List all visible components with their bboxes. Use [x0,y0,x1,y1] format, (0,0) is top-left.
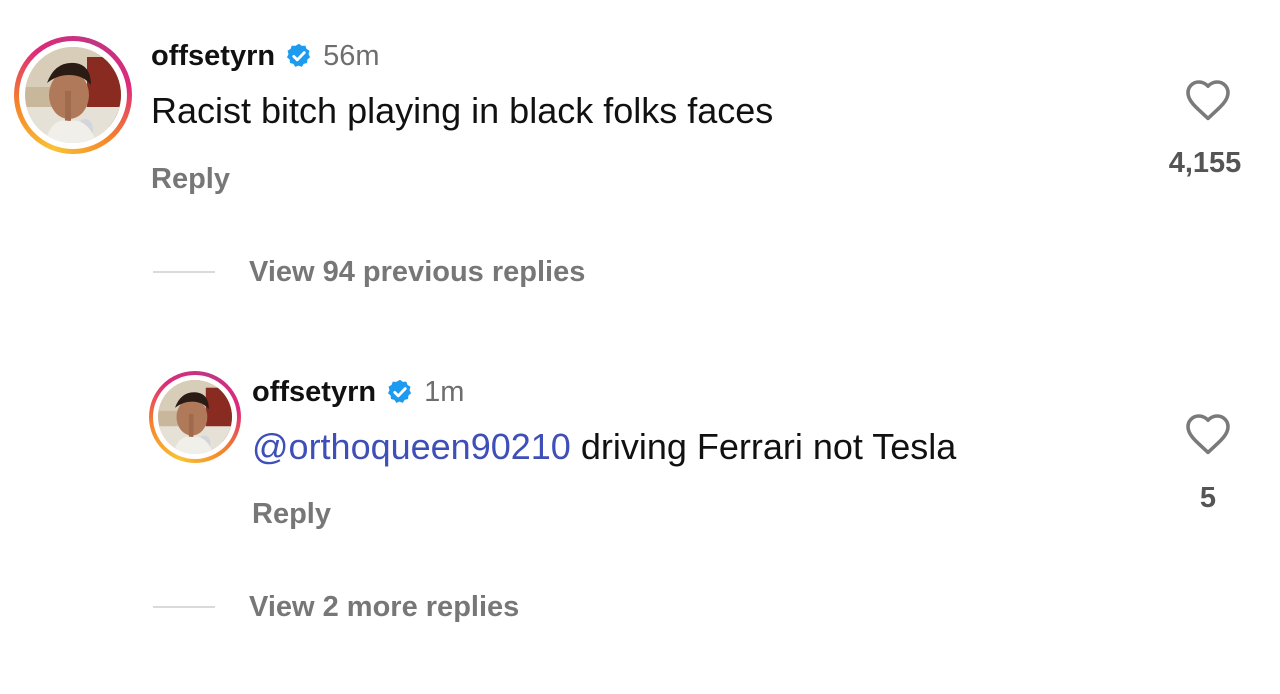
username[interactable]: offsetyrn [252,376,376,409]
avatar[interactable] [14,36,132,154]
comment-body: driving Ferrari not Tesla [570,426,957,467]
avatar-gap [153,375,237,459]
comment-text: @orthoqueen90210 driving Ferrari not Tes… [252,426,956,468]
comment-header: offsetyrn 56m [151,36,380,76]
thread-line [153,606,215,608]
avatar-photo [158,380,232,454]
mention-link[interactable]: @orthoqueen90210 [252,426,571,467]
comment-text: Racist bitch playing in black folks face… [151,90,774,131]
like-count: 5 [1199,482,1217,514]
avatar-photo [25,47,121,143]
heart-icon[interactable] [1184,78,1232,122]
thread-line [153,271,215,273]
view-replies-label: View 94 previous replies [249,255,586,288]
view-previous-replies[interactable]: View 94 previous replies [153,252,585,292]
heart-icon[interactable] [1184,412,1232,456]
reply-button[interactable]: Reply [252,498,331,531]
view-replies-label: View 2 more replies [249,590,520,623]
timestamp: 56m [323,39,380,72]
timestamp: 1m [424,375,465,408]
avatar-gap [19,41,127,149]
verified-badge-icon [388,379,412,403]
avatar[interactable] [149,371,241,463]
username[interactable]: offsetyrn [151,40,275,73]
view-more-replies[interactable]: View 2 more replies [153,587,519,627]
comment-header: offsetyrn 1m [252,372,464,412]
verified-badge-icon [287,43,311,67]
reply-button[interactable]: Reply [151,163,230,196]
like-count: 4,155 [1168,147,1242,179]
